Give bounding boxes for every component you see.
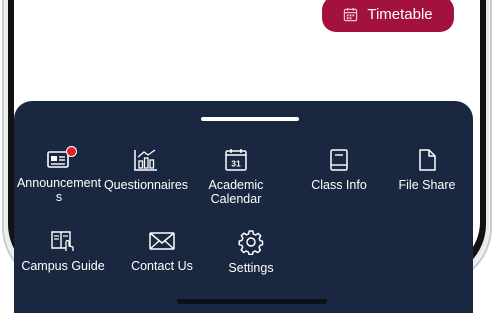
menu-label-questionnaires: Questionnaires bbox=[103, 178, 189, 192]
menu-label-contact-us: Contact Us bbox=[131, 259, 193, 273]
menu-item-academic-calendar[interactable]: 31 Academic Calendar bbox=[190, 148, 282, 206]
bottom-menu-sheet: Announcement s Questionnaires 31 Academi… bbox=[14, 101, 473, 313]
file-icon bbox=[419, 149, 436, 171]
menu-label-academic-calendar: Academic Calendar bbox=[208, 178, 264, 206]
menu-item-class-info[interactable]: Class Info bbox=[293, 148, 385, 192]
guide-icon bbox=[51, 231, 74, 251]
notification-badge bbox=[66, 146, 77, 157]
menu-item-campus-guide[interactable]: Campus Guide bbox=[17, 229, 109, 273]
svg-text:31: 31 bbox=[231, 159, 241, 169]
timetable-button[interactable]: Timetable bbox=[322, 0, 454, 32]
menu-label-class-info: Class Info bbox=[311, 178, 367, 192]
menu-label-campus-guide: Campus Guide bbox=[21, 259, 105, 273]
envelope-icon bbox=[149, 232, 175, 250]
calendar-31-icon: 31 bbox=[225, 149, 247, 171]
menu-item-questionnaires[interactable]: Questionnaires bbox=[100, 148, 192, 192]
sheet-handle[interactable] bbox=[201, 117, 299, 121]
home-indicator[interactable] bbox=[177, 299, 327, 304]
menu-label-settings: Settings bbox=[228, 261, 274, 275]
menu-label-file-share: File Share bbox=[398, 178, 456, 192]
gear-icon bbox=[238, 230, 264, 255]
menu-label-announcements: Announcement s bbox=[16, 176, 102, 204]
book-icon bbox=[330, 149, 348, 171]
timetable-label: Timetable bbox=[367, 5, 433, 23]
menu-item-file-share[interactable]: File Share bbox=[381, 148, 473, 192]
calendar-icon bbox=[344, 7, 358, 21]
menu-item-settings[interactable]: Settings bbox=[205, 229, 297, 275]
menu-item-contact-us[interactable]: Contact Us bbox=[116, 229, 208, 273]
bar-chart-icon bbox=[134, 149, 157, 171]
menu-item-announcements[interactable]: Announcement s bbox=[13, 146, 105, 204]
